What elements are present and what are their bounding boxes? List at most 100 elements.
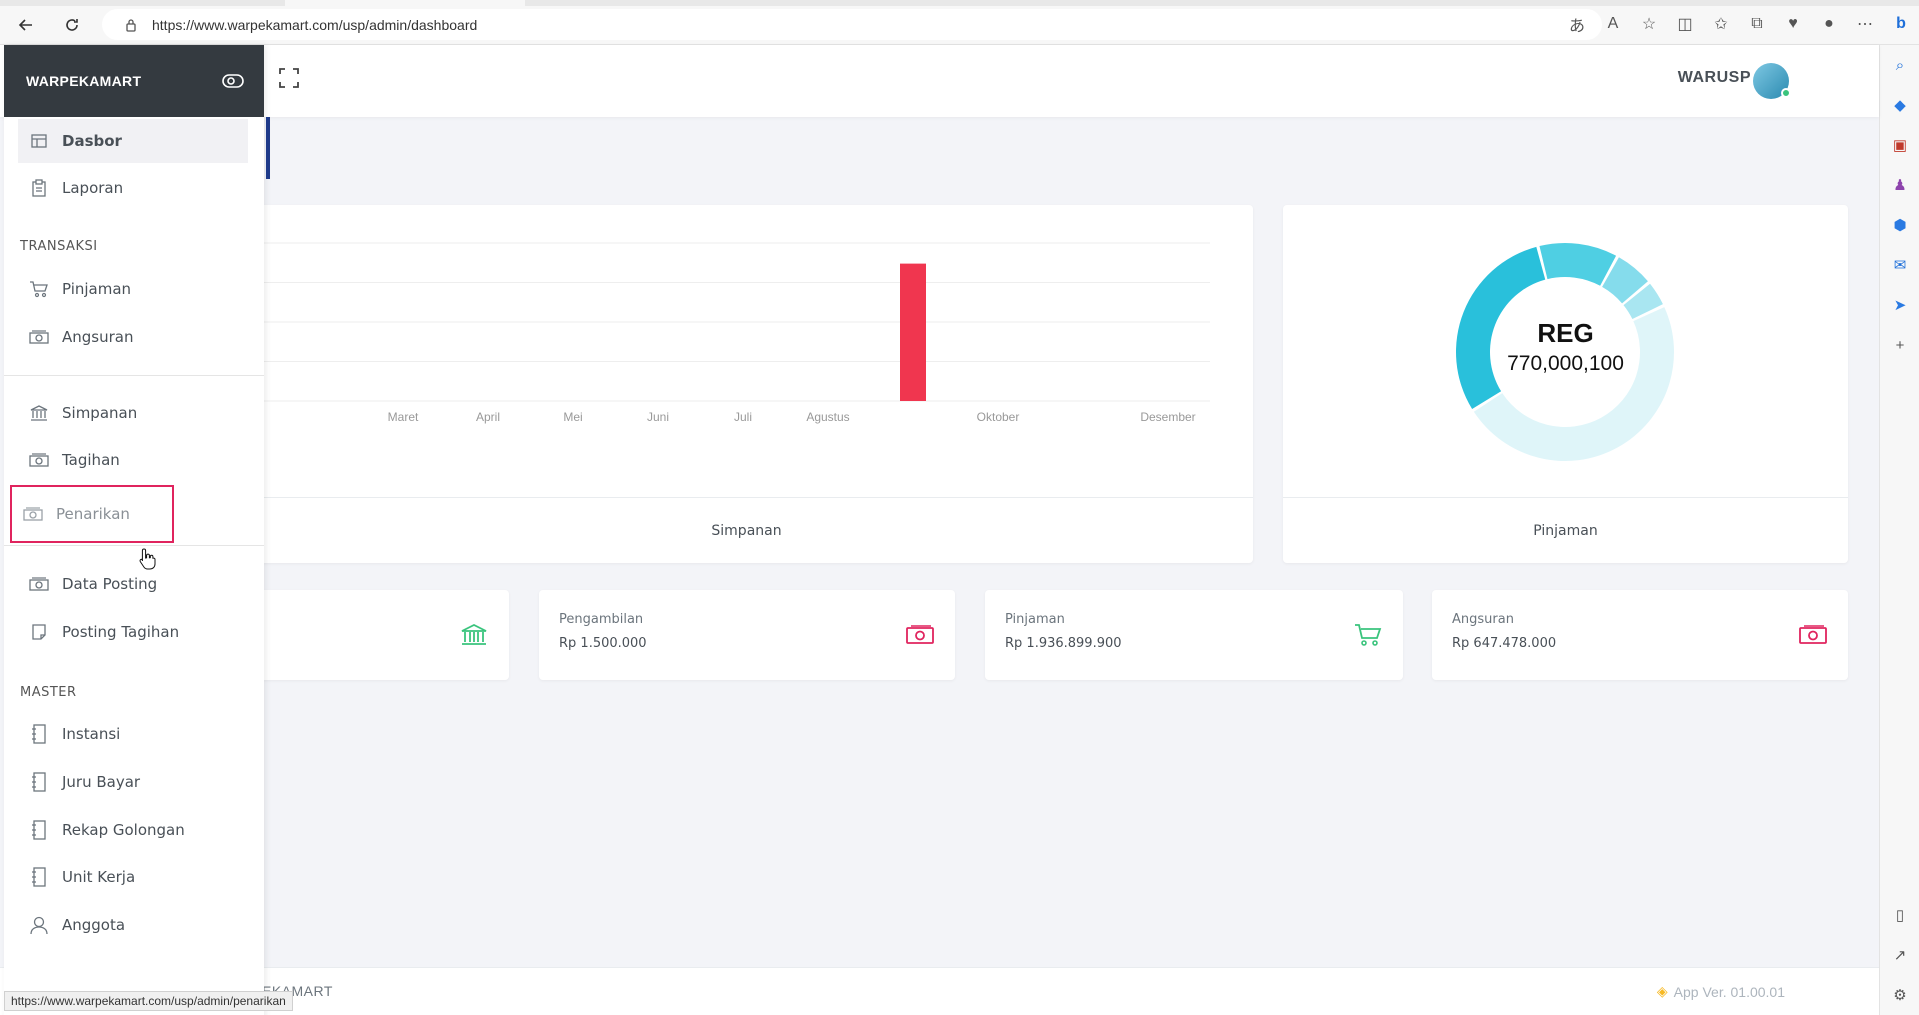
edge-sidebar-rail: ⌕ ◆ ▣ ♟ ⬢ ✉ ➤ + ▯ ↗ ⚙ <box>1879 45 1919 1015</box>
app-container: WARUSP Maret April Mei Juni Juli Agustus Oktob… <box>0 45 1879 1015</box>
simpanan-card-footer: Simpanan <box>240 497 1253 563</box>
shopping-tag-icon[interactable]: ◆ <box>1880 85 1919 125</box>
reload-button[interactable] <box>56 11 88 39</box>
sidebar-item-tagihan[interactable]: Tagihan <box>18 438 248 482</box>
sidebar-item-label: Laporan <box>62 179 124 197</box>
sidebar-item-laporan[interactable]: Laporan <box>18 166 248 210</box>
sidebar-divider <box>4 545 264 546</box>
browser-toolbar: https://www.warpekamart.com/usp/admin/da… <box>0 0 1919 45</box>
donut-center-value: 770,000,100 <box>1507 352 1624 375</box>
sidebar-item-label: Tagihan <box>62 451 120 469</box>
x-tick-label: Juni <box>647 410 669 424</box>
url-text: https://www.warpekamart.com/usp/admin/da… <box>152 16 478 33</box>
bank-icon <box>28 402 50 424</box>
stat-label: Pinjaman <box>1005 612 1065 627</box>
translate-icon[interactable]: あ <box>1559 9 1595 39</box>
settings-icon[interactable]: ⚙ <box>1880 975 1919 1015</box>
stat-card-simpanan <box>240 590 509 680</box>
favorite-star-icon[interactable]: ☆ <box>1631 9 1667 39</box>
avatar[interactable] <box>1753 63 1791 99</box>
send-icon[interactable]: ➤ <box>1880 285 1919 325</box>
extensions-icon[interactable]: ♥ <box>1775 9 1811 39</box>
sidebar-item-label: Angsuran <box>62 328 134 346</box>
add-icon[interactable]: + <box>1880 325 1919 365</box>
sidebar-item-angsuran[interactable]: Angsuran <box>18 315 248 359</box>
sidebar-heading-transaksi: TRANSAKSI <box>20 239 98 254</box>
favorites-icon[interactable]: ✩ <box>1703 9 1739 39</box>
footer-version: ◈ App Ver. 01.00.01 <box>1657 983 1785 1000</box>
simpanan-chart-card: Maret April Mei Juni Juli Agustus Oktober Desem… <box>240 205 1253 563</box>
sidebar-item-label: Unit Kerja <box>62 868 136 886</box>
sidebar-item-data-posting[interactable]: Data Posting <box>18 562 248 606</box>
sidebar: WARPEKAMART Dasbor Laporan TRANSAKSI Pin… <box>4 45 270 1015</box>
outlook-icon[interactable]: ✉ <box>1880 245 1919 285</box>
stat-label: Angsuran <box>1452 612 1514 627</box>
sidebar-header: WARPEKAMART <box>4 45 264 117</box>
notebook-icon <box>28 866 50 888</box>
address-bar[interactable]: https://www.warpekamart.com/usp/admin/da… <box>102 9 1602 40</box>
stat-value: Rp 647.478.000 <box>1452 636 1557 651</box>
sidebar-item-anggota[interactable]: Anggota <box>18 903 248 947</box>
cart-icon <box>28 278 50 300</box>
sidebar-heading-master: MASTER <box>20 685 77 700</box>
more-menu-icon[interactable]: ⋯ <box>1847 9 1883 39</box>
sidebar-item-label: Posting Tagihan <box>62 623 180 641</box>
money-icon <box>28 573 50 595</box>
status-bar-url: https://www.warpekamart.com/usp/admin/pe… <box>4 991 293 1011</box>
sidebar-item-label: Data Posting <box>62 575 158 593</box>
sidebar-item-juru-bayar[interactable]: Juru Bayar <box>18 760 248 804</box>
notebook-icon <box>28 771 50 793</box>
sidebar-item-pinjaman[interactable]: Pinjaman <box>18 267 248 311</box>
office-icon[interactable]: ⬢ <box>1880 205 1919 245</box>
sidebar-item-label: Instansi <box>62 725 121 743</box>
toolbox-icon[interactable]: ▣ <box>1880 125 1919 165</box>
sidebar-item-label: Penarikan <box>56 505 130 523</box>
x-tick-label: Mei <box>563 410 582 424</box>
sidebar-toggle-icon[interactable] <box>222 73 244 89</box>
games-icon[interactable]: ♟ <box>1880 165 1919 205</box>
sidebar-item-rekap-golongan[interactable]: Rekap Golongan <box>18 808 248 852</box>
user-icon <box>28 914 50 936</box>
search-icon[interactable]: ⌕ <box>1880 45 1919 85</box>
clipboard-icon <box>28 177 50 199</box>
stat-card-pinjaman: Pinjaman Rp 1.936.899.900 <box>985 590 1403 680</box>
money-icon <box>28 449 50 471</box>
layers-icon: ◈ <box>1656 983 1668 999</box>
sidebar-item-posting-tagihan[interactable]: Posting Tagihan <box>18 610 248 654</box>
bar-september <box>900 263 926 401</box>
sidebar-item-instansi[interactable]: Instansi <box>18 712 248 756</box>
profile-icon[interactable]: ● <box>1811 9 1847 39</box>
collections-icon[interactable]: ⧉ <box>1739 9 1775 39</box>
sidebar-item-penarikan[interactable]: Penarikan <box>10 485 174 543</box>
pinjaman-donut-card: REG 770,000,100 Pinjaman <box>1283 205 1848 563</box>
notebook-icon <box>28 723 50 745</box>
stat-card-angsuran: Angsuran Rp 647.478.000 <box>1432 590 1848 680</box>
notebook-icon <box>28 819 50 841</box>
fullscreen-icon[interactable] <box>278 67 300 89</box>
brand-name[interactable]: WARPEKAMART <box>26 73 141 89</box>
x-tick-label: Agustus <box>806 410 849 424</box>
x-tick-label: Juli <box>734 410 752 424</box>
stat-label: Pengambilan <box>559 612 644 627</box>
donut-center-title: REG <box>1537 318 1594 348</box>
user-name[interactable]: WARUSP <box>1678 69 1751 87</box>
sidebar-item-dasbor[interactable]: Dasbor <box>18 119 248 163</box>
bank-icon <box>461 623 487 645</box>
sidebar-toggle-icon[interactable]: ▯ <box>1880 895 1919 935</box>
sidebar-item-label: Juru Bayar <box>62 773 141 791</box>
read-aloud-icon[interactable]: A <box>1595 9 1631 39</box>
reload-icon <box>66 19 78 31</box>
sidebar-item-unit-kerja[interactable]: Unit Kerja <box>18 855 248 899</box>
sidebar-item-label: Anggota <box>62 916 126 934</box>
bing-icon[interactable]: b <box>1883 9 1919 39</box>
active-tab[interactable] <box>285 0 525 6</box>
external-link-icon[interactable]: ↗ <box>1880 935 1919 975</box>
sidebar-item-simpanan[interactable]: Simpanan <box>18 391 248 435</box>
split-screen-icon[interactable]: ◫ <box>1667 9 1703 39</box>
note-icon <box>28 621 50 643</box>
stat-value: Rp 1.936.899.900 <box>1005 636 1122 651</box>
pinjaman-donut-chart <box>1456 243 1674 462</box>
back-button[interactable] <box>10 11 42 39</box>
stat-card-pengambilan: Pengambilan Rp 1.500.000 <box>539 590 955 680</box>
money-icon <box>28 326 50 348</box>
